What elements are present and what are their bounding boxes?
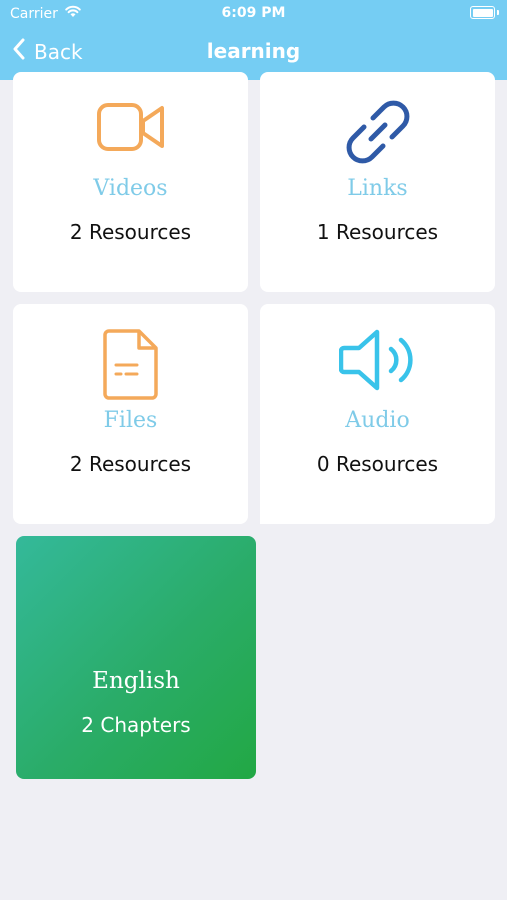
resource-card-files[interactable]: Files 2 Resources (13, 304, 248, 524)
resource-card-audio[interactable]: Audio 0 Resources (260, 304, 495, 524)
battery-level (472, 8, 493, 17)
resource-count: 1 Resources (316, 220, 439, 244)
resource-card-videos[interactable]: Videos 2 Resources (13, 72, 248, 292)
battery-icon (470, 6, 499, 19)
nav-bar: Back learning (0, 30, 507, 74)
video-camera-icon (96, 102, 166, 156)
resource-title: Files (103, 408, 158, 433)
course-card-english[interactable]: English 2 Chapters (16, 536, 256, 779)
page-title: learning (206, 39, 301, 63)
header: Carrier 6:09 PM Back learning (0, 0, 507, 80)
link-icon (342, 96, 414, 172)
resource-title: Audio (345, 408, 410, 433)
main-content: Videos 2 Resources Links 1 Resources Fil… (0, 72, 507, 900)
resource-title: Links (347, 176, 408, 201)
file-icon (102, 328, 159, 404)
battery-tip (497, 10, 499, 15)
speaker-icon (338, 328, 417, 396)
status-time: 6:09 PM (221, 5, 286, 21)
course-chapter-count: 2 Chapters (81, 713, 191, 737)
resource-title: Videos (93, 176, 168, 201)
course-name: English (92, 668, 180, 694)
resource-card-links[interactable]: Links 1 Resources (260, 72, 495, 292)
resource-count: 2 Resources (69, 220, 192, 244)
status-bar: Carrier 6:09 PM (0, 0, 507, 28)
resource-count: 2 Resources (69, 452, 192, 476)
resource-count: 0 Resources (316, 452, 439, 476)
